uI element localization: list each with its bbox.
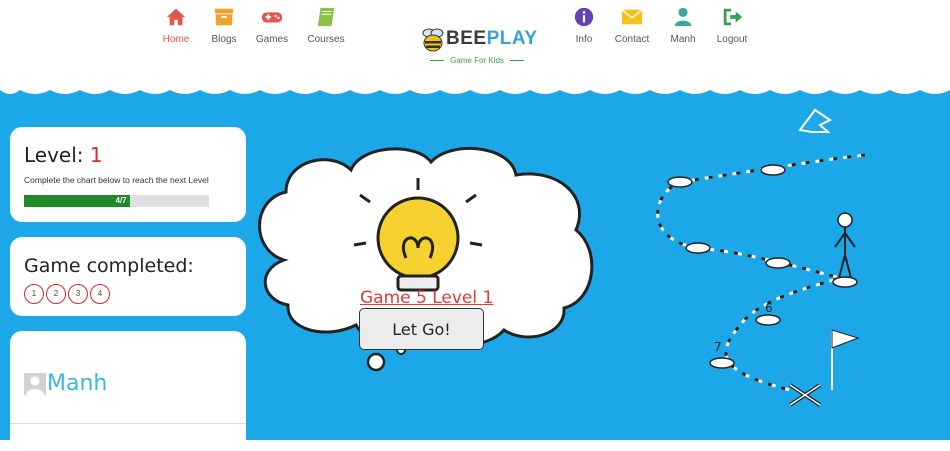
- logo-text-bee: BEE: [446, 28, 487, 49]
- level-card: Level: 1 Complete the chart below to rea…: [10, 127, 246, 222]
- path-node: [667, 176, 693, 188]
- path-node: [755, 314, 781, 326]
- logo-text-play: PLAY: [486, 28, 538, 49]
- x-mark-icon: [788, 383, 822, 407]
- envelope-icon: [621, 9, 643, 25]
- logo[interactable]: BEEPLAY Game For Kids: [392, 10, 562, 96]
- next-game-link[interactable]: Game 5 Level 1: [360, 288, 493, 308]
- level-number: 1: [89, 143, 103, 167]
- nav-courses-label: Courses: [307, 34, 345, 45]
- level-path-map: 6 7: [656, 108, 866, 407]
- path-node: [685, 242, 711, 254]
- games-completed-title: Game completed:: [24, 255, 194, 277]
- path-node: [760, 164, 786, 176]
- nav-logout[interactable]: Logout: [697, 6, 767, 45]
- user-name[interactable]: Manh: [47, 371, 107, 396]
- book-icon: [317, 7, 335, 27]
- path-node: [832, 276, 858, 288]
- logo-tagline: Game For Kids: [392, 56, 562, 65]
- logo-text: BEEPLAY: [446, 28, 538, 50]
- game-chip[interactable]: 1: [24, 284, 44, 304]
- path-node: [709, 357, 735, 369]
- game-chip[interactable]: 2: [46, 284, 66, 304]
- games-completed-card: Game completed: 1 2 3 4: [10, 237, 246, 316]
- logout-icon: [723, 8, 743, 26]
- step-label: 6: [765, 301, 773, 315]
- gamepad-icon: [261, 12, 283, 23]
- user-card-divider: [10, 423, 246, 424]
- nav-courses[interactable]: Courses: [291, 6, 361, 45]
- archive-icon: [214, 8, 234, 26]
- let-go-button[interactable]: Let Go!: [359, 308, 484, 350]
- level-progress-bar: 4/7: [24, 195, 209, 207]
- arrow-icon: [798, 108, 832, 133]
- home-icon: [166, 8, 186, 26]
- avatar: [24, 373, 46, 395]
- step-label: 7: [714, 340, 722, 354]
- level-title: Level: 1: [24, 143, 103, 167]
- games-completed-list: 1 2 3 4: [24, 284, 110, 304]
- path-node: [765, 257, 791, 269]
- game-chip[interactable]: 3: [68, 284, 88, 304]
- level-progress-fill: 4/7: [24, 195, 130, 207]
- flag-icon: [831, 329, 860, 390]
- top-navigation: Home Blogs Games Courses BEEPLAY Game Fo…: [0, 0, 950, 96]
- level-title-text: Level:: [24, 143, 90, 167]
- user-card: Manh: [10, 331, 246, 451]
- logo-tagline-text: Game For Kids: [450, 56, 504, 65]
- game-chip[interactable]: 4: [90, 284, 110, 304]
- stick-figure-icon: [834, 212, 856, 279]
- user-icon: [674, 7, 692, 27]
- level-description: Complete the chart below to reach the ne…: [24, 175, 209, 185]
- bee-icon: [422, 28, 444, 52]
- info-icon: [574, 7, 594, 27]
- nav-logout-label: Logout: [716, 34, 748, 45]
